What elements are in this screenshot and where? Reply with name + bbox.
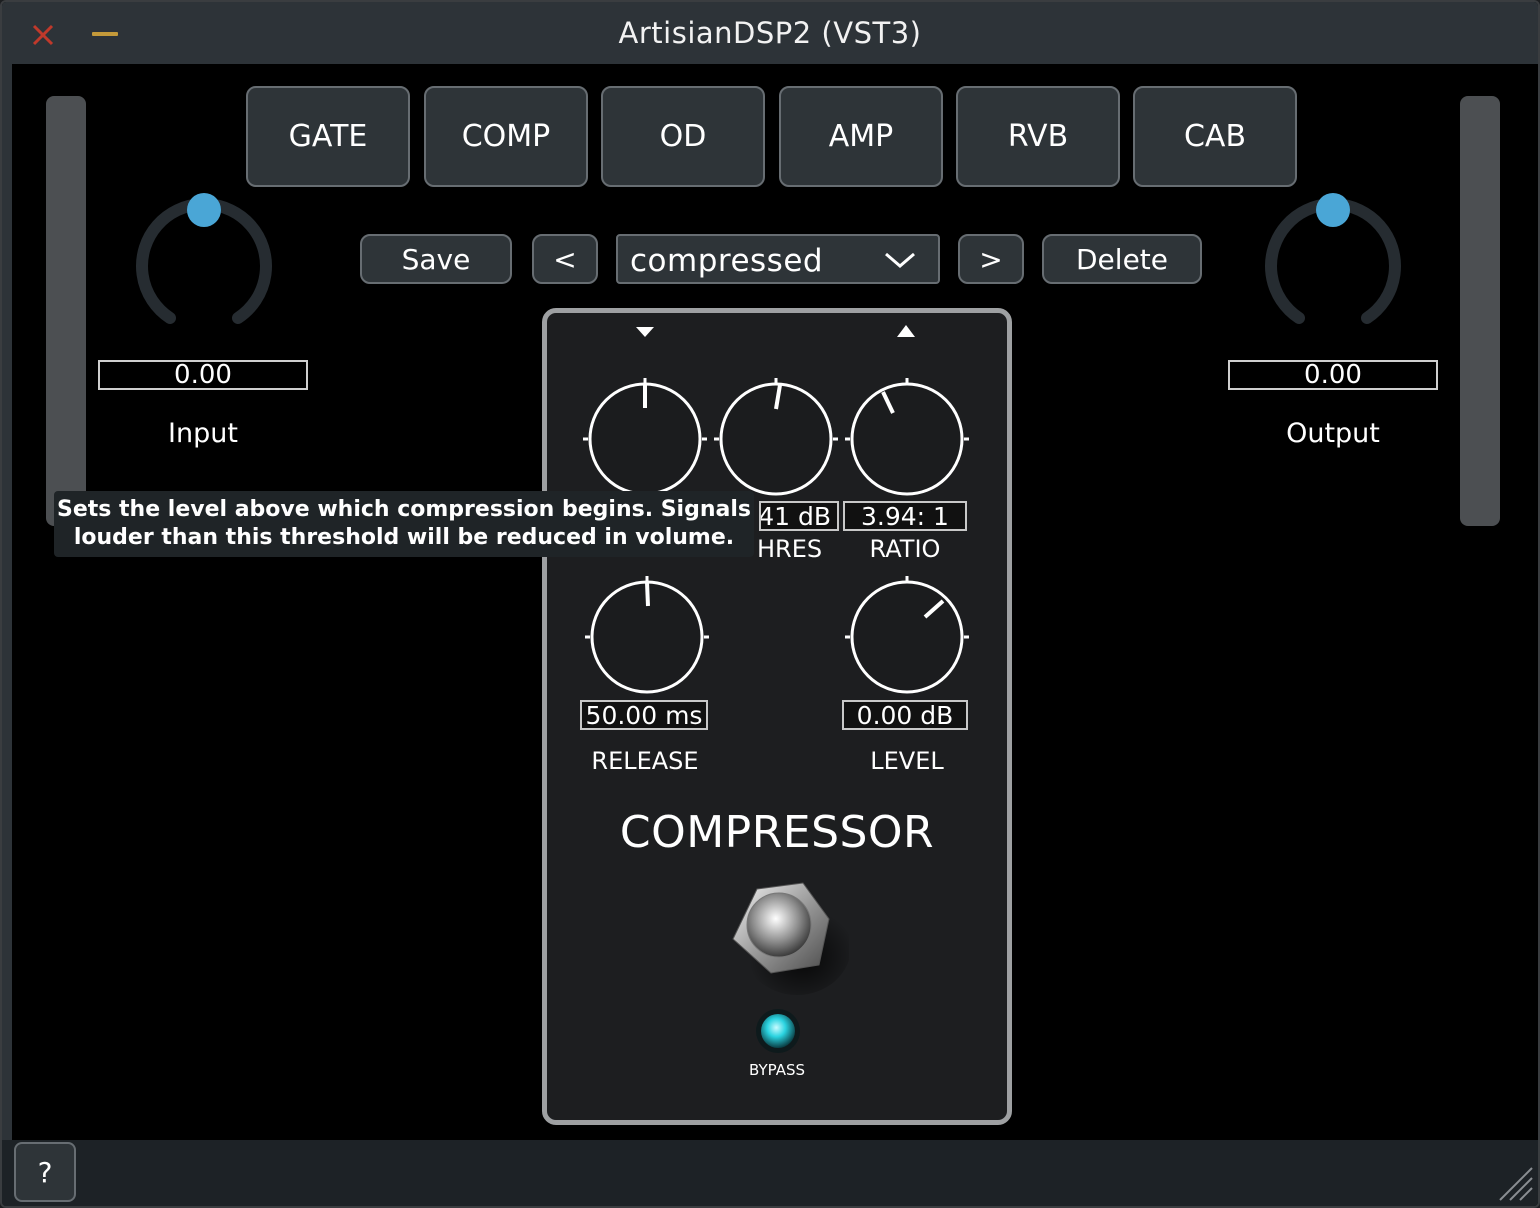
tooltip-line-2: louder than this threshold will be reduc… <box>73 525 735 550</box>
window-left-edge <box>2 64 12 1206</box>
delete-button[interactable]: Delete <box>1042 234 1202 284</box>
window-title: ArtisianDSP2 (VST3) <box>618 16 922 50</box>
pedal-name: COMPRESSOR <box>619 807 935 858</box>
release-value[interactable]: 50.00 ms <box>580 700 708 730</box>
move-left-arrow-icon[interactable] <box>635 325 655 339</box>
chevron-down-icon <box>885 252 915 268</box>
help-button[interactable]: ? <box>14 1142 76 1202</box>
threshold-knob[interactable] <box>710 373 842 505</box>
ratio-knob[interactable] <box>841 373 973 505</box>
input-gain-knob[interactable] <box>124 187 284 337</box>
tab-od[interactable]: OD <box>601 86 765 187</box>
release-label: RELEASE <box>591 747 699 775</box>
release-knob[interactable] <box>581 571 713 703</box>
tab-amp[interactable]: AMP <box>779 86 943 187</box>
bypass-label: BYPASS <box>748 1061 806 1079</box>
ratio-label: RATIO <box>869 535 941 563</box>
compressor-pedal: .41 dB 3.94: 1 HRES RATIO 50.00 ms 0.00 … <box>542 308 1012 1125</box>
title-bar: ArtisianDSP2 (VST3) <box>2 2 1538 64</box>
level-value[interactable]: 0.00 dB <box>842 700 968 730</box>
preset-select[interactable]: compressed <box>616 234 940 284</box>
input-value[interactable]: 0.00 <box>98 360 308 390</box>
preset-name: compressed <box>630 243 824 279</box>
level-label: LEVEL <box>870 747 944 775</box>
output-level-meter <box>1460 96 1500 526</box>
input-label: Input <box>168 418 238 449</box>
threshold-label: HRES <box>757 535 823 563</box>
output-value[interactable]: 0.00 <box>1228 360 1438 390</box>
ratio-value[interactable]: 3.94: 1 <box>843 501 967 531</box>
threshold-tooltip: Sets the level above which compression b… <box>54 491 754 557</box>
move-right-arrow-icon[interactable] <box>896 323 916 339</box>
next-preset-button[interactable]: > <box>958 234 1024 284</box>
resize-grip-icon[interactable] <box>1494 1162 1534 1202</box>
level-knob[interactable] <box>841 571 973 703</box>
output-gain-knob[interactable] <box>1253 187 1413 337</box>
input-level-meter <box>46 96 86 526</box>
tab-comp[interactable]: COMP <box>424 86 588 187</box>
bypass-led <box>756 1009 800 1053</box>
tab-cab[interactable]: CAB <box>1133 86 1297 187</box>
footswitch[interactable] <box>719 873 849 1003</box>
attack-knob[interactable] <box>579 373 711 505</box>
prev-preset-button[interactable]: < <box>532 234 598 284</box>
footer-bar <box>2 1140 1538 1206</box>
tab-rvb[interactable]: RVB <box>956 86 1120 187</box>
save-button[interactable]: Save <box>360 234 512 284</box>
plugin-window: ArtisianDSP2 (VST3) GATE COMP OD AMP RVB… <box>0 0 1540 1208</box>
tab-gate[interactable]: GATE <box>246 86 410 187</box>
threshold-value[interactable]: .41 dB <box>759 501 839 531</box>
tooltip-line-1: Sets the level above which compression b… <box>56 497 751 522</box>
output-label: Output <box>1286 418 1380 449</box>
